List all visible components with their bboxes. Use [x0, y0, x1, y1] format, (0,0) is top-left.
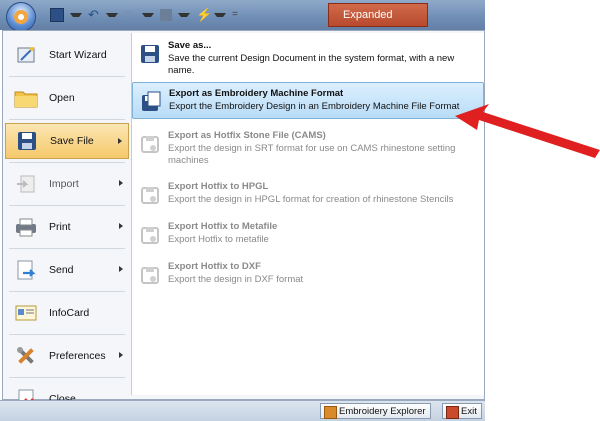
submenu-item-title: Save as...	[168, 40, 212, 51]
dropdown-arrow-icon[interactable]	[214, 13, 226, 17]
menu-item-save-file[interactable]: Save File	[5, 123, 129, 159]
save-icon[interactable]	[50, 8, 64, 22]
submenu-arrow-icon	[118, 138, 122, 144]
wizard-icon	[13, 42, 39, 68]
file-menu-left-pane: Start Wizard Open Save File Import Print Send…	[3, 37, 131, 420]
menu-item-label: Print	[49, 221, 71, 233]
submenu-item-4[interactable]: Export Hotfix to HPGL Export the design i…	[132, 176, 484, 212]
submenu-item-description: Export Hotfix to metafile	[168, 234, 269, 245]
submenu-item-description: Export the design in SRT format for use …	[168, 143, 456, 166]
submenu-item-description: Export the design in HPGL format for cre…	[168, 194, 454, 205]
explorer-icon	[324, 406, 337, 419]
submenu-arrow-icon	[119, 223, 123, 229]
tools-icon	[13, 343, 39, 369]
redo-icon[interactable]: ↷	[124, 8, 136, 21]
title-bar: ↶ ↷ ⚡ = Expanded	[0, 0, 485, 32]
menu-item-label: Save File	[50, 135, 94, 147]
menu-item-label: Open	[49, 92, 75, 104]
lightning-icon[interactable]: ⚡	[196, 8, 212, 21]
menu-item-print[interactable]: Print	[5, 209, 129, 245]
menu-separator	[9, 162, 125, 163]
menu-footer: Embroidery Explorer Exit	[0, 400, 485, 421]
submenu-item-title: Export as Embroidery Machine Format	[169, 88, 344, 99]
grid-icon[interactable]	[160, 9, 172, 21]
menu-item-send[interactable]: Send	[5, 252, 129, 288]
save-file-submenu: Save as... Save the current Design Docume…	[131, 33, 484, 395]
menu-item-label: InfoCard	[49, 307, 90, 319]
menu-item-label: Import	[49, 178, 79, 190]
submenu-item-6[interactable]: Export Hotfix to DXF Export the design in…	[132, 256, 484, 292]
submenu-item-1[interactable]: Save as... Save the current Design Docume…	[132, 35, 484, 82]
submenu-item-2[interactable]: Export as Embroidery Machine Format Expor…	[132, 82, 484, 119]
menu-separator	[9, 334, 125, 335]
hotfix-export-icon	[139, 264, 161, 286]
hotfix-export-icon	[139, 133, 161, 155]
infocard-icon	[13, 300, 39, 326]
menu-item-label: Start Wizard	[49, 49, 107, 61]
file-menu: Start Wizard Open Save File Import Print Send…	[2, 30, 485, 409]
dropdown-arrow-icon[interactable]	[142, 13, 154, 17]
separator-icon: =	[232, 9, 238, 20]
menu-item-label: Send	[49, 264, 74, 276]
expanded-tab[interactable]: Expanded	[328, 3, 428, 27]
menu-item-infocard[interactable]: InfoCard	[5, 295, 129, 331]
dropdown-arrow-icon[interactable]	[106, 13, 118, 17]
menu-item-label: Preferences	[49, 350, 106, 362]
exit-label: Exit	[461, 406, 477, 417]
submenu-arrow-icon	[119, 352, 123, 358]
submenu-item-description: Save the current Design Document in the …	[168, 53, 455, 76]
import-icon	[13, 171, 39, 197]
annotation-arrow-icon	[455, 104, 600, 158]
submenu-arrow-icon	[119, 180, 123, 186]
menu-separator	[9, 248, 125, 249]
submenu-item-5[interactable]: Export Hotfix to Metafile Export Hotfix t…	[132, 216, 484, 252]
exit-icon	[446, 406, 459, 419]
submenu-item-title: Export as Hotfix Stone File (CAMS)	[168, 130, 326, 141]
submenu-item-title: Export Hotfix to Metafile	[168, 221, 278, 232]
save-as-icon	[139, 43, 161, 65]
save-icon	[14, 128, 40, 154]
submenu-item-title: Export Hotfix to DXF	[168, 261, 261, 272]
printer-icon	[13, 214, 39, 240]
submenu-arrow-icon	[119, 266, 123, 272]
app-logo-icon	[14, 10, 28, 24]
menu-separator	[9, 76, 125, 77]
menu-separator	[9, 377, 125, 378]
undo-icon[interactable]: ↶	[88, 8, 100, 21]
submenu-item-description: Export the design in DXF format	[168, 274, 304, 285]
embroidery-explorer-label: Embroidery Explorer	[339, 406, 426, 417]
hotfix-export-icon	[139, 184, 161, 206]
dropdown-arrow-icon[interactable]	[178, 13, 190, 17]
folder-icon	[13, 85, 39, 111]
embroidery-explorer-button[interactable]: Embroidery Explorer	[320, 403, 431, 419]
menu-item-start-wizard[interactable]: Start Wizard	[5, 37, 129, 73]
dropdown-arrow-icon[interactable]	[70, 13, 82, 17]
submenu-item-description: Export the Embroidery Design in an Embro…	[169, 101, 460, 112]
submenu-item-title: Export Hotfix to HPGL	[168, 181, 269, 192]
menu-item-open[interactable]: Open	[5, 80, 129, 116]
send-icon	[13, 257, 39, 283]
menu-separator	[9, 119, 125, 120]
application-menu-button[interactable]	[6, 2, 36, 32]
menu-separator	[9, 205, 125, 206]
hotfix-export-icon	[139, 224, 161, 246]
menu-separator	[9, 291, 125, 292]
menu-item-import[interactable]: Import	[5, 166, 129, 202]
quick-access-toolbar: ↶ ↷ ⚡ =	[50, 7, 244, 23]
export-machine-format-icon	[140, 91, 162, 113]
menu-item-preferences[interactable]: Preferences	[5, 338, 129, 374]
submenu-item-3[interactable]: Export as Hotfix Stone File (CAMS) Export…	[132, 125, 484, 172]
exit-button[interactable]: Exit	[442, 403, 482, 419]
